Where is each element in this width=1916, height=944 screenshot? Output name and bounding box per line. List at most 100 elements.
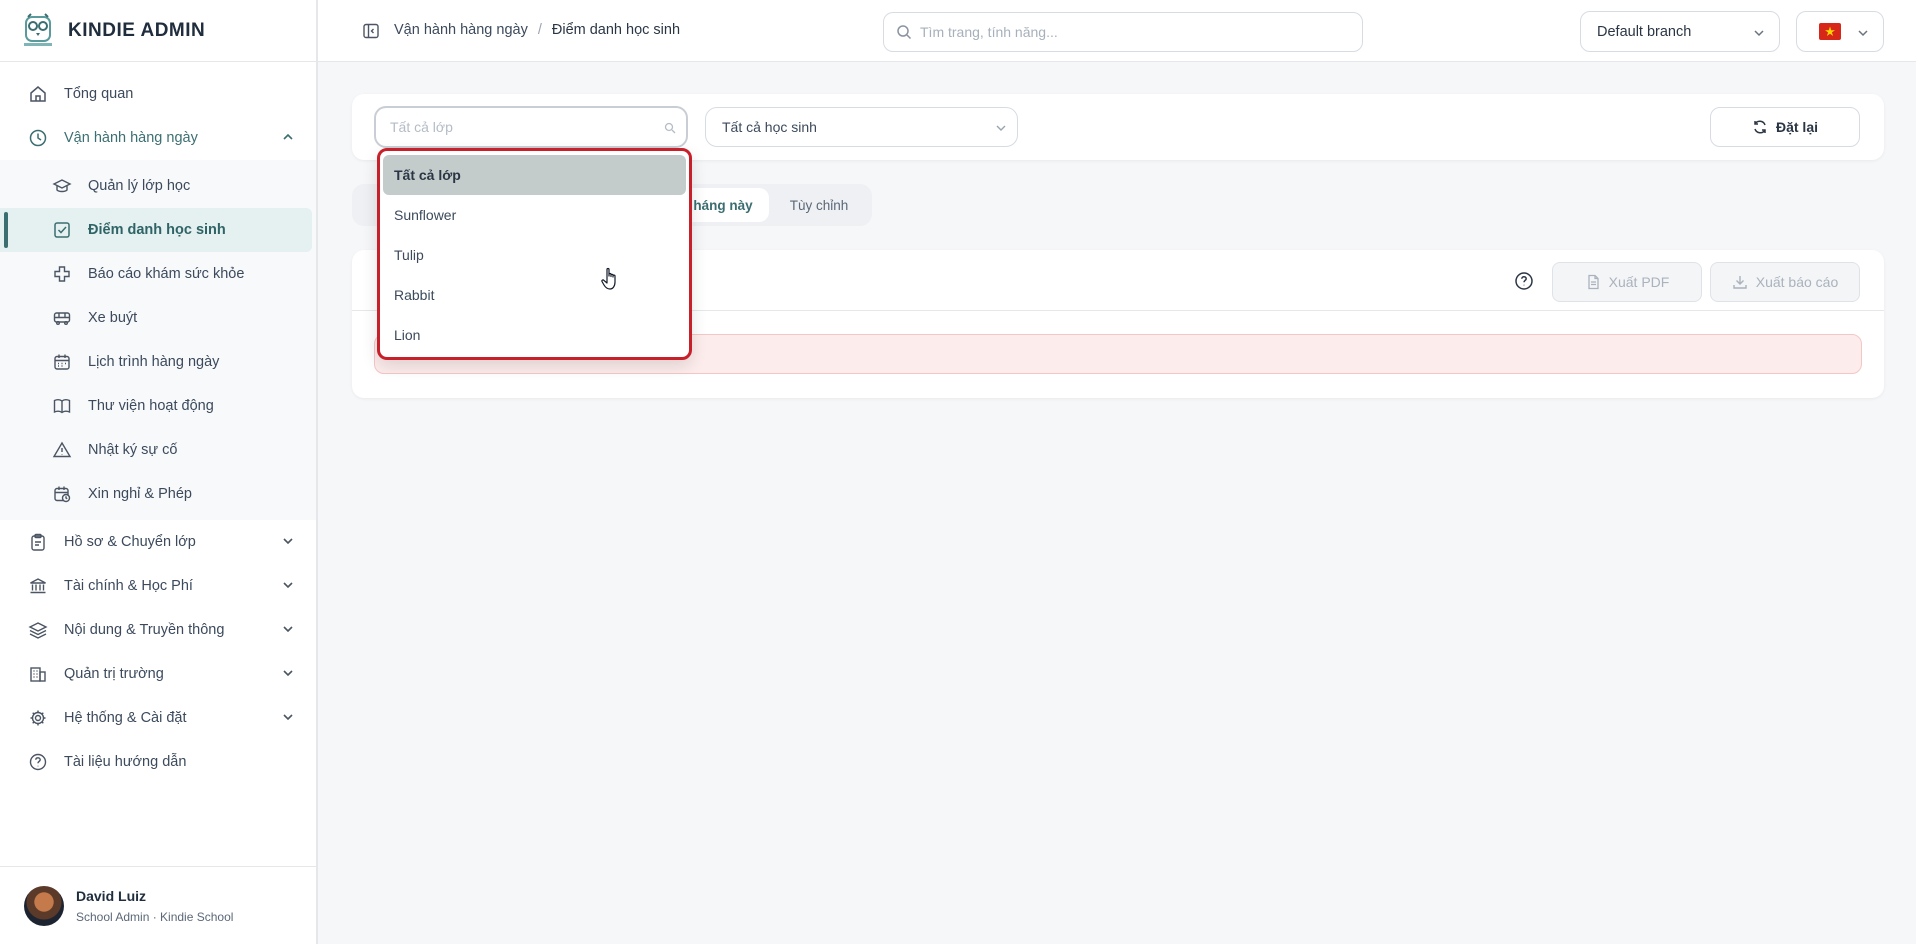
sidebar-item-label: Tài chính & Học Phí [64, 578, 193, 594]
chevron-down-icon [1858, 30, 1868, 37]
main-nav: Tổng quan Vận hành hàng ngày Quản lý lớp… [0, 62, 316, 784]
export-report-label: Xuất báo cáo [1755, 274, 1839, 290]
sidebar-item-class-management[interactable]: Quản lý lớp học [0, 164, 312, 208]
sidebar-item-label: Điểm danh học sinh [88, 222, 226, 238]
sidebar-item-activity-library[interactable]: Thư viện hoạt động [0, 384, 312, 428]
sidebar-item-label: Tài liệu hướng dẫn [64, 754, 187, 770]
warning-icon [52, 441, 72, 458]
branch-select-value: Default branch [1597, 23, 1692, 40]
sidebar-item-records-transfer[interactable]: Hồ sơ & Chuyển lớp [0, 520, 316, 564]
sidebar-item-health-report[interactable]: Báo cáo khám sức khỏe [0, 252, 312, 296]
breadcrumb-current: Điểm danh học sinh [551, 22, 681, 38]
logo[interactable]: KINDIE ADMIN [0, 0, 316, 62]
tab-custom[interactable]: Tùy chỉnh [769, 188, 869, 222]
user-profile[interactable]: David Luiz School Admin · Kindie School [0, 866, 316, 944]
sidebar-item-label: Thư viện hoạt động [88, 398, 214, 414]
sidebar-item-school-admin[interactable]: Quản trị trường [0, 652, 316, 696]
sidebar-item-label: Xin nghỉ & Phép [88, 486, 192, 502]
export-pdf-button[interactable]: Xuất PDF [1552, 262, 1702, 302]
daily-operations-submenu: Quản lý lớp học Điểm danh học sinh Báo c… [0, 160, 316, 520]
user-role: School Admin · Kindie School [76, 909, 234, 924]
dropdown-option-sunflower[interactable]: Sunflower [383, 195, 686, 235]
file-icon [1587, 274, 1599, 290]
graduation-cap-icon [52, 179, 72, 193]
hand-cursor-icon [601, 267, 616, 290]
sidebar-item-label: Hồ sơ & Chuyển lớp [64, 534, 196, 550]
chevron-down-icon [283, 670, 293, 677]
breadcrumb-separator: / [537, 22, 542, 38]
chevron-down-icon [996, 125, 1006, 131]
sidebar-item-label: Quản trị trường [64, 666, 164, 682]
class-select[interactable]: Tất cả lớp [374, 106, 688, 148]
sidebar-toggle-icon[interactable] [362, 22, 380, 40]
search-input[interactable] [920, 24, 1340, 40]
checkbox-icon [54, 222, 70, 238]
health-cross-icon [54, 266, 70, 282]
vietnam-flag-icon [1819, 23, 1841, 40]
chevron-down-icon [1754, 30, 1764, 37]
help-circle-icon[interactable] [1514, 271, 1534, 291]
sidebar-item-finance-tuition[interactable]: Tài chính & Học Phí [0, 564, 316, 608]
topbar: Vận hành hàng ngày / Điểm danh học sinh … [318, 0, 1916, 62]
building-icon [30, 667, 46, 682]
sidebar-item-label: Nội dung & Truyền thông [64, 622, 225, 638]
sidebar-item-label: Tổng quan [64, 86, 134, 102]
chevron-down-icon [283, 582, 293, 589]
refresh-icon [1754, 120, 1766, 134]
sidebar-item-label: Nhật ký sự cố [88, 442, 178, 458]
search-icon [664, 122, 676, 134]
avatar [24, 885, 64, 926]
sidebar-item-label: Hệ thống & Cài đặt [64, 710, 187, 726]
download-icon [1733, 276, 1747, 289]
sidebar-item-label: Báo cáo khám sức khỏe [88, 266, 245, 282]
layers-icon [28, 622, 48, 639]
gear-icon [30, 710, 46, 726]
sidebar-item-label: Quản lý lớp học [88, 178, 191, 194]
search-icon [897, 25, 912, 40]
owl-logo-icon [24, 12, 52, 46]
dropdown-option-lion[interactable]: Lion [383, 315, 686, 355]
sidebar-item-label: Vận hành hàng ngày [64, 130, 198, 146]
sidebar: KINDIE ADMIN Tổng quan Vận hành hàng ngà… [0, 0, 318, 944]
calendar-clock-icon [54, 486, 71, 503]
calendar-icon [54, 354, 70, 370]
breadcrumb-parent[interactable]: Vận hành hàng ngày [394, 22, 528, 38]
sidebar-item-overview[interactable]: Tổng quan [0, 72, 316, 116]
export-pdf-label: Xuất PDF [1608, 274, 1670, 290]
dropdown-option-tulip[interactable]: Tulip [383, 235, 686, 275]
sidebar-item-daily-operations[interactable]: Vận hành hàng ngày [0, 116, 316, 160]
sidebar-item-documentation[interactable]: Tài liệu hướng dẫn [0, 740, 316, 784]
bus-icon [53, 312, 71, 325]
class-select-placeholder: Tất cả lớp [390, 119, 453, 135]
app-title: KINDIE ADMIN [68, 19, 206, 41]
student-select[interactable]: Tất cả học sinh [705, 107, 1018, 147]
home-icon [30, 86, 46, 102]
global-search [883, 12, 1363, 52]
book-icon [53, 399, 71, 414]
chevron-down-icon [283, 538, 293, 545]
export-report-button[interactable]: Xuất báo cáo [1710, 262, 1860, 302]
sidebar-item-label: Xe buýt [88, 310, 138, 326]
sidebar-item-incident-log[interactable]: Nhật ký sự cố [0, 428, 312, 472]
chevron-down-icon [283, 626, 293, 633]
student-select-value: Tất cả học sinh [722, 119, 817, 135]
sidebar-item-label: Lịch trình hàng ngày [88, 354, 220, 370]
language-select[interactable] [1796, 11, 1884, 52]
sidebar-item-content-media[interactable]: Nội dung & Truyền thông [0, 608, 316, 652]
chevron-down-icon [283, 714, 293, 721]
clipboard-icon [31, 533, 45, 551]
chevron-up-icon [283, 133, 293, 140]
breadcrumb: Vận hành hàng ngày / Điểm danh học sinh [394, 22, 680, 38]
sidebar-item-system-settings[interactable]: Hệ thống & Cài đặt [0, 696, 316, 740]
sidebar-item-leave-request[interactable]: Xin nghỉ & Phép [0, 472, 312, 516]
reset-button-label: Đặt lại [1775, 119, 1818, 135]
branch-select[interactable]: Default branch [1580, 11, 1780, 52]
dropdown-option-rabbit[interactable]: Rabbit [383, 275, 686, 315]
dropdown-option-all-classes[interactable]: Tất cả lớp [383, 155, 686, 195]
user-name: David Luiz [76, 887, 147, 904]
reset-button[interactable]: Đặt lại [1710, 107, 1860, 147]
help-circle-icon [29, 753, 47, 771]
sidebar-item-attendance[interactable]: Điểm danh học sinh [0, 208, 312, 252]
sidebar-item-daily-schedule[interactable]: Lịch trình hàng ngày [0, 340, 312, 384]
sidebar-item-bus[interactable]: Xe buýt [0, 296, 312, 340]
